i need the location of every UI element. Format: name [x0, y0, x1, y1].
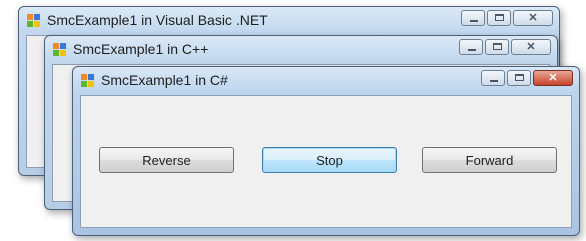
- close-icon: ✕: [526, 41, 536, 53]
- forward-button[interactable]: Forward: [422, 147, 557, 173]
- close-button[interactable]: ✕: [533, 70, 573, 86]
- window-client-area: Reverse Stop Forward: [80, 95, 572, 228]
- close-icon: ✕: [528, 12, 538, 24]
- maximize-icon: [495, 14, 504, 21]
- window-title: SmcExample1 in C#: [101, 72, 228, 88]
- minimize-button[interactable]: [461, 10, 485, 26]
- minimize-button[interactable]: [459, 39, 483, 55]
- title-bar[interactable]: SmcExample1 in Visual Basic .NET ✕: [19, 7, 559, 33]
- window-title: SmcExample1 in Visual Basic .NET: [47, 12, 268, 28]
- close-button[interactable]: ✕: [511, 39, 551, 55]
- maximize-button[interactable]: [507, 70, 531, 86]
- title-bar[interactable]: SmcExample1 in C# ✕: [73, 67, 579, 93]
- reverse-button[interactable]: Reverse: [99, 147, 234, 173]
- minimize-icon: [490, 80, 498, 82]
- maximize-icon: [493, 43, 502, 50]
- close-icon: ✕: [548, 72, 558, 84]
- title-bar[interactable]: SmcExample1 in C++ ✕: [45, 36, 557, 62]
- maximize-icon: [515, 74, 524, 81]
- window-csharp[interactable]: SmcExample1 in C# ✕ Reverse Stop Forward: [72, 66, 580, 236]
- close-button[interactable]: ✕: [513, 10, 553, 26]
- stop-button[interactable]: Stop: [262, 147, 397, 173]
- app-icon: [27, 14, 41, 28]
- app-icon: [53, 43, 67, 57]
- minimize-button[interactable]: [481, 70, 505, 86]
- minimize-icon: [470, 20, 478, 22]
- maximize-button[interactable]: [485, 39, 509, 55]
- window-title: SmcExample1 in C++: [73, 41, 209, 57]
- maximize-button[interactable]: [487, 10, 511, 26]
- minimize-icon: [468, 49, 476, 51]
- app-icon: [81, 74, 95, 88]
